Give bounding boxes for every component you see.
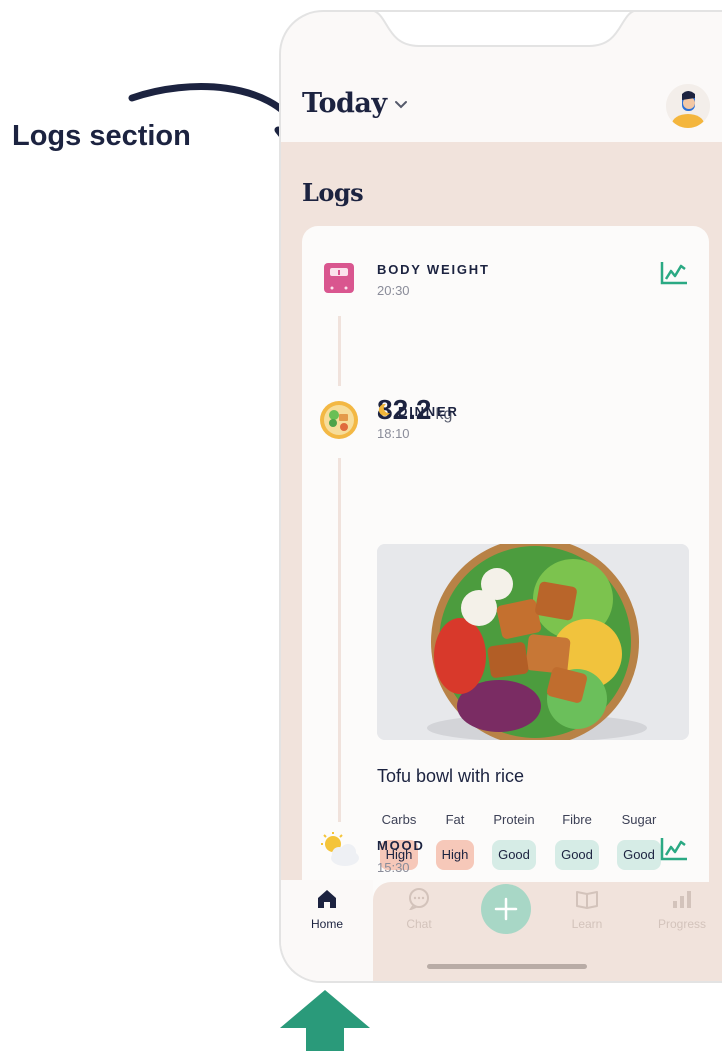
entry-title: MOOD [377,838,425,853]
logs-panel: Logs BODY WEIGHT 20:30 82.2 kg DINNER 18… [281,142,722,926]
nutrition-item: Fat High [433,810,477,870]
tab-label: Learn [571,917,603,931]
bar-chart-icon [673,891,691,908]
meal-bowl-icon [320,401,358,439]
timeline-line [338,458,341,822]
add-log-button[interactable] [481,884,531,934]
phone-frame: Today Logs BODY WEIGHT 20:30 82.2 kg DIN… [279,10,722,983]
trend-chart-icon[interactable] [659,836,689,862]
tab-chat[interactable]: Chat [391,888,447,931]
phone-notch [374,12,634,47]
nutrition-item: Protein Good [487,810,541,870]
logs-title: Logs [302,178,364,207]
food-bowl-image [377,544,689,740]
nutrition-label: Carbs [381,812,417,827]
tab-label: Home [310,917,343,931]
entry-time: 15:30 [377,860,410,875]
sun-cloud-icon [321,832,359,866]
entry-time: 20:30 [377,283,410,298]
nutrition-badge: Good [492,840,536,870]
tab-label: Progress [657,917,707,931]
nutrition-label: Fibre [562,812,592,827]
nutrition-badge: High [435,840,475,870]
app-header: Today [281,72,722,142]
tab-label: Chat [406,917,432,931]
up-arrow-icon [280,990,370,1051]
moon-icon [378,403,390,416]
nutrition-item: Sugar Good [614,810,664,870]
home-icon [318,890,336,908]
bottom-tab-bar: Home Chat Learn Progress [281,880,722,981]
meal-name: Tofu bowl with rice [377,766,525,786]
chevron-down-icon[interactable] [394,100,408,110]
entry-title: BODY WEIGHT [377,262,490,277]
avatar[interactable] [666,84,710,128]
timeline-line [338,316,341,386]
tab-progress[interactable]: Progress [647,888,717,931]
entry-time: 18:10 [377,426,410,441]
nutrition-label: Protein [493,812,535,827]
date-selector[interactable]: Today [302,88,387,119]
nutrition-badge: Good [617,840,661,870]
home-indicator [427,964,587,969]
meal-photo[interactable] [377,544,689,740]
nutrition-label: Sugar [621,812,657,827]
entry-title: DINNER [398,404,459,419]
scale-icon [324,263,354,293]
avatar-icon [666,84,710,128]
book-icon [576,891,598,909]
nutrition-item: Fibre Good [552,810,602,870]
chat-icon [408,888,429,912]
trend-chart-icon[interactable] [659,260,689,286]
nutrition-label: Fat [445,812,465,827]
logs-card: BODY WEIGHT 20:30 82.2 kg DINNER 18:10 T… [302,226,709,926]
nutrition-badge: Good [555,840,599,870]
plus-icon [494,897,518,921]
tab-home[interactable]: Home [299,888,355,931]
tab-learn[interactable]: Learn [559,888,615,931]
